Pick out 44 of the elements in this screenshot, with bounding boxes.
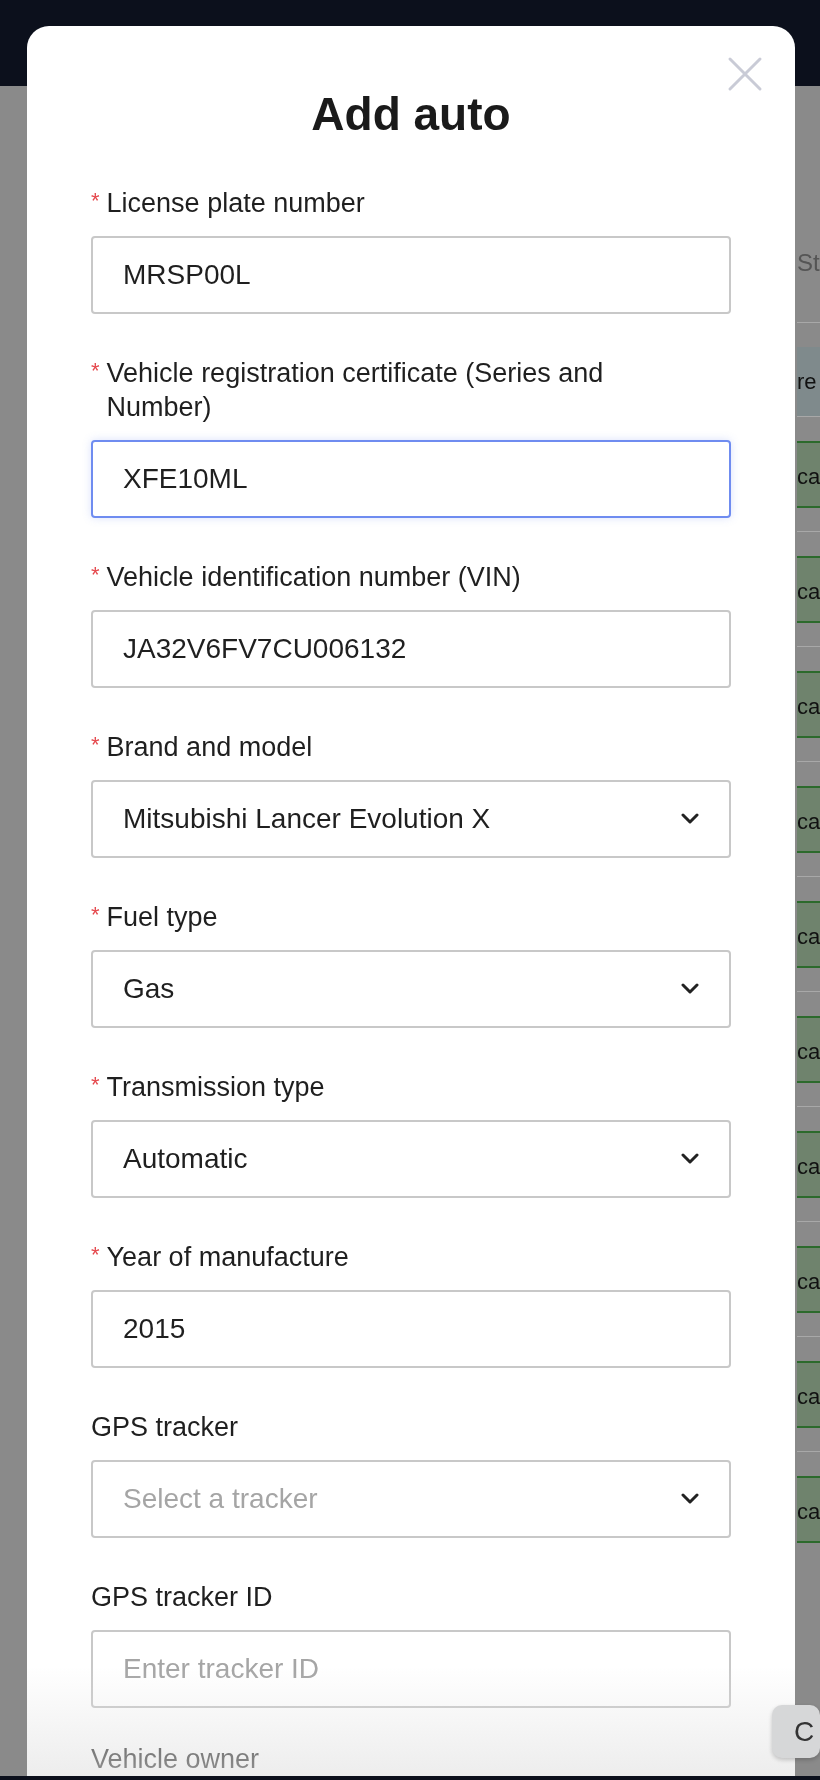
input-field[interactable]: Enter tracker ID: [91, 1630, 731, 1708]
field-label: Vehicle owner: [91, 1744, 260, 1774]
input-field[interactable]: JA32V6FV7CU006132: [91, 610, 731, 688]
table-cell: ca: [797, 440, 820, 508]
required-mark: *: [91, 1241, 100, 1269]
input-field[interactable]: 2015: [91, 1290, 731, 1368]
field-label: Fuel type: [106, 901, 218, 934]
input-field[interactable]: MRSP00L: [91, 236, 731, 314]
chevron-down-icon: [681, 813, 699, 825]
floating-button[interactable]: C: [772, 1705, 820, 1758]
table-cell: ca: [797, 1015, 820, 1083]
field-label: GPS tracker ID: [91, 1581, 273, 1614]
table-cell: ca: [797, 555, 820, 623]
select-field[interactable]: Gas: [91, 950, 731, 1028]
table-cell: ca: [797, 785, 820, 853]
table-cell: ca: [797, 1130, 820, 1198]
field-label: Transmission type: [106, 1071, 325, 1104]
required-mark: *: [91, 731, 100, 759]
table-cell: ca: [797, 1360, 820, 1428]
required-mark: *: [91, 561, 100, 589]
table-cell: ca: [797, 900, 820, 968]
table-cell: ca: [797, 1475, 820, 1543]
select-field[interactable]: Mitsubishi Lancer Evolution X: [91, 780, 731, 858]
field-label: Vehicle identification number (VIN): [106, 561, 521, 594]
required-mark: *: [91, 1071, 100, 1099]
select-field[interactable]: Automatic: [91, 1120, 731, 1198]
chevron-down-icon: [681, 1153, 699, 1165]
chevron-down-icon: [681, 1493, 699, 1505]
required-mark: *: [91, 901, 100, 929]
field-label: GPS tracker: [91, 1411, 239, 1444]
input-field[interactable]: XFE10ML: [91, 440, 731, 518]
chevron-down-icon: [681, 983, 699, 995]
field-label: Brand and model: [106, 731, 313, 764]
field-label: Year of manufacture: [106, 1241, 349, 1274]
close-button[interactable]: [727, 56, 763, 92]
table-cell: re: [797, 347, 820, 416]
table-cell: ca: [797, 1245, 820, 1313]
table-cell: ca: [797, 670, 820, 738]
field-label: License plate number: [106, 187, 365, 220]
required-mark: *: [91, 357, 100, 385]
dialog-title: Add auto: [310, 87, 512, 142]
required-mark: *: [91, 187, 100, 215]
field-label: Vehicle registration certificate (Series and Number): [106, 357, 605, 424]
close-icon: [727, 56, 763, 92]
